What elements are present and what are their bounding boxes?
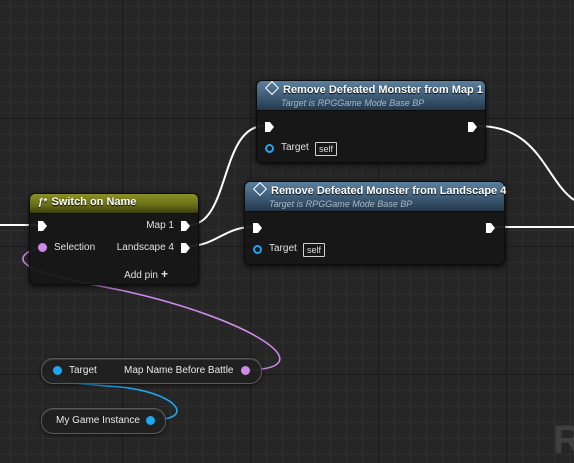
node-header[interactable]: ƒ* Switch on Name bbox=[30, 194, 198, 214]
my-game-instance-node[interactable]: My Game Instance bbox=[41, 408, 166, 434]
output-label: My Game Instance bbox=[56, 415, 140, 426]
selection-pin[interactable] bbox=[38, 243, 47, 252]
node-title: Remove Defeated Monster from Map 1 bbox=[283, 84, 483, 96]
target-pin[interactable] bbox=[253, 245, 262, 254]
node-subtitle: Target is RPGGame Mode Base BP bbox=[269, 199, 413, 209]
target-label: Target bbox=[69, 365, 97, 376]
node-subtitle: Target is RPGGame Mode Base BP bbox=[281, 98, 425, 108]
node-header[interactable]: Remove Defeated Monster from Map 1 Targe… bbox=[257, 80, 485, 111]
node-header[interactable]: Remove Defeated Monster from Landscape 4… bbox=[245, 181, 507, 212]
output-label-map1: Map 1 bbox=[146, 220, 174, 231]
output-label-landscape4: Landscape 4 bbox=[116, 242, 174, 253]
exec-input-pin[interactable] bbox=[38, 221, 47, 231]
add-pin-button[interactable]: Add pin + bbox=[124, 268, 168, 282]
plus-icon: + bbox=[160, 267, 168, 281]
target-self-value[interactable]: self bbox=[303, 243, 326, 257]
exec-output-pin-map1[interactable] bbox=[181, 221, 190, 231]
function-icon bbox=[264, 80, 280, 96]
remove-defeated-monster-map1-node[interactable]: Remove Defeated Monster from Map 1 Targe… bbox=[256, 80, 486, 163]
node-title: Switch on Name bbox=[51, 196, 137, 208]
node-title: Remove Defeated Monster from Landscape 4 bbox=[271, 185, 507, 197]
exec-output-pin[interactable] bbox=[468, 122, 477, 132]
exec-input-pin[interactable] bbox=[253, 223, 262, 233]
target-label: Target bbox=[281, 142, 309, 153]
function-icon bbox=[252, 181, 268, 197]
remove-defeated-monster-landscape4-node[interactable]: Remove Defeated Monster from Landscape 4… bbox=[244, 181, 507, 265]
selection-label: Selection bbox=[54, 242, 96, 253]
switch-icon: ƒ* bbox=[38, 197, 48, 208]
target-pin[interactable] bbox=[53, 366, 62, 375]
watermark: R bbox=[553, 418, 574, 462]
map-name-before-battle-node[interactable]: Target Map Name Before Battle bbox=[41, 358, 262, 384]
exec-output-pin-landscape4[interactable] bbox=[181, 243, 190, 253]
switch-on-name-node[interactable]: ƒ* Switch on Name Map 1 Selection Landsca… bbox=[29, 193, 199, 285]
map-name-output-pin[interactable] bbox=[241, 366, 250, 375]
target-self-value[interactable]: self bbox=[315, 142, 338, 156]
target-pin[interactable] bbox=[265, 144, 274, 153]
exec-output-pin[interactable] bbox=[486, 223, 495, 233]
game-instance-output-pin[interactable] bbox=[146, 416, 155, 425]
target-label: Target bbox=[269, 243, 297, 254]
output-label: Map Name Before Battle bbox=[124, 365, 234, 376]
add-pin-label: Add pin bbox=[124, 270, 158, 281]
exec-input-pin[interactable] bbox=[265, 122, 274, 132]
